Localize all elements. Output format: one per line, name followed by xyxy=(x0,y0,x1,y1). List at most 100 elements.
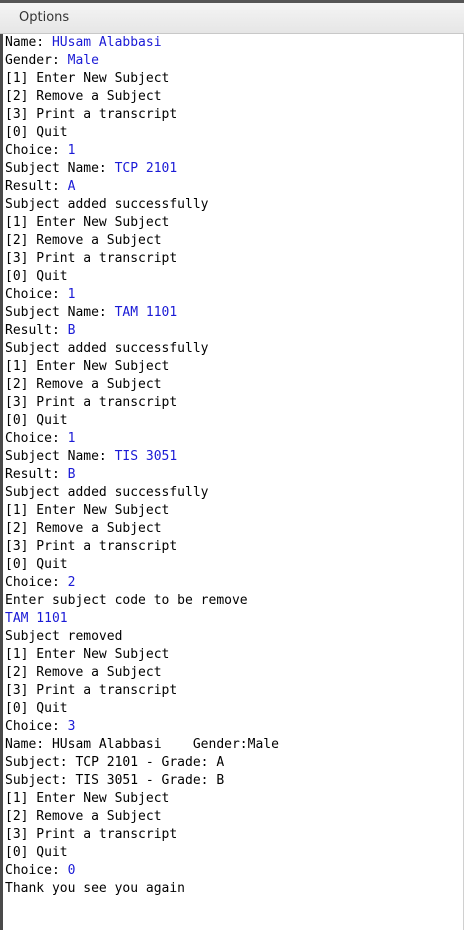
console-line: Name: HUsam Alabbasi xyxy=(5,34,462,52)
console-output-text: [1] Enter New Subject xyxy=(5,647,170,662)
console-user-input: TIS 3051 xyxy=(114,449,178,464)
console-line: [0] Quit xyxy=(5,556,462,574)
console-line: [3] Print a transcript xyxy=(5,394,462,412)
console-line: [2] Remove a Subject xyxy=(5,232,462,250)
console-line: Gender: Male xyxy=(5,52,462,70)
console-user-input: 1 xyxy=(67,143,76,158)
console-line: [3] Print a transcript xyxy=(5,682,462,700)
console-line: [0] Quit xyxy=(5,124,462,142)
console-output-text: [2] Remove a Subject xyxy=(5,809,162,824)
console-output-text: Choice: xyxy=(5,863,68,878)
console-line: [2] Remove a Subject xyxy=(5,520,462,538)
console-user-input: TCP 2101 xyxy=(114,161,178,176)
console-output-text: Subject added successfully xyxy=(5,485,209,500)
console-user-input: 3 xyxy=(67,719,76,734)
console-output-text: [1] Enter New Subject xyxy=(5,791,170,806)
console-output-text: [2] Remove a Subject xyxy=(5,377,162,392)
console-output-text: [0] Quit xyxy=(5,845,68,860)
console-line: Subject added successfully xyxy=(5,484,462,502)
console-user-input: B xyxy=(67,323,76,338)
console-output-text: Subject Name: xyxy=(5,305,115,320)
window-frame-left xyxy=(0,34,3,930)
console-output-text: [2] Remove a Subject xyxy=(5,233,162,248)
console-output-text: [2] Remove a Subject xyxy=(5,665,162,680)
console-line: [3] Print a transcript xyxy=(5,538,462,556)
console-line: Subject Name: TAM 1101 xyxy=(5,304,462,322)
console-output-text: [0] Quit xyxy=(5,701,68,716)
console-line: [3] Print a transcript xyxy=(5,250,462,268)
console-line: [1] Enter New Subject xyxy=(5,790,462,808)
console-line: [1] Enter New Subject xyxy=(5,70,462,88)
console-user-input: 2 xyxy=(67,575,76,590)
console-line: Choice: 1 xyxy=(5,286,462,304)
console-line: Result: B xyxy=(5,466,462,484)
console-output-text: Enter subject code to be remove xyxy=(5,593,248,608)
console-output-text: Choice: xyxy=(5,575,68,590)
console-output-text: Result: xyxy=(5,179,68,194)
console-line: [1] Enter New Subject xyxy=(5,214,462,232)
console-line: [1] Enter New Subject xyxy=(5,646,462,664)
console-output-text: [3] Print a transcript xyxy=(5,539,178,554)
console-line: [0] Quit xyxy=(5,700,462,718)
console-output-text: Subject Name: xyxy=(5,161,115,176)
console-output-text: Subject: TCP 2101 - Grade: A xyxy=(5,755,225,770)
console-user-input: 1 xyxy=(67,287,76,302)
console-output-text: Gender: xyxy=(5,53,68,68)
console-line: Name: HUsam Alabbasi Gender:Male xyxy=(5,736,462,754)
console-line: Subject Name: TIS 3051 xyxy=(5,448,462,466)
console-output-text: Subject added successfully xyxy=(5,341,209,356)
console-line: [2] Remove a Subject xyxy=(5,664,462,682)
console-output-text: [1] Enter New Subject xyxy=(5,503,170,518)
console-output-text: Name: HUsam Alabbasi Gender:Male xyxy=(5,737,279,752)
console-line: Choice: 1 xyxy=(5,142,462,160)
console-line: Thank you see you again xyxy=(5,880,462,898)
console-output[interactable]: Name: HUsam Alabbasi Gender: Male [1] Ente… xyxy=(5,34,462,898)
console-line: Choice: 1 xyxy=(5,430,462,448)
console-line: Choice: 0 xyxy=(5,862,462,880)
console-output-text: Thank you see you again xyxy=(5,881,186,896)
console-line: [1] Enter New Subject xyxy=(5,358,462,376)
console-output-text: [3] Print a transcript xyxy=(5,251,178,266)
console-output-text: [0] Quit xyxy=(5,557,68,572)
console-output-text: Choice: xyxy=(5,719,68,734)
console-line: Subject Name: TCP 2101 xyxy=(5,160,462,178)
console-user-input: 0 xyxy=(67,863,76,878)
console-user-input: TAM 1101 xyxy=(5,611,68,626)
console-output-text: [0] Quit xyxy=(5,125,68,140)
console-output-text: [0] Quit xyxy=(5,413,68,428)
console-output-text: [2] Remove a Subject xyxy=(5,521,162,536)
tab-options[interactable]: Options xyxy=(19,10,69,25)
console-output-text: Result: xyxy=(5,323,68,338)
console-user-input: A xyxy=(67,179,76,194)
console-output-text: [1] Enter New Subject xyxy=(5,359,170,374)
console-window: Options Name: HUsam Alabbasi Gender: Male… xyxy=(0,0,464,930)
tab-bar: Options xyxy=(0,0,464,34)
console-line: [3] Print a transcript xyxy=(5,826,462,844)
console-user-input: 1 xyxy=(67,431,76,446)
console-output-text: Result: xyxy=(5,467,68,482)
console-line: Choice: 2 xyxy=(5,574,462,592)
console-user-input: Male xyxy=(67,53,99,68)
console-output-text: [3] Print a transcript xyxy=(5,683,178,698)
console-user-input: HUsam Alabbasi xyxy=(51,35,162,50)
console-line: [1] Enter New Subject xyxy=(5,502,462,520)
console-line: Enter subject code to be remove xyxy=(5,592,462,610)
console-output-text: Name: xyxy=(5,35,52,50)
console-line: [2] Remove a Subject xyxy=(5,88,462,106)
console-output-text: [1] Enter New Subject xyxy=(5,215,170,230)
console-output-text: Choice: xyxy=(5,287,68,302)
console-output-text: Subject: TIS 3051 - Grade: B xyxy=(5,773,225,788)
console-output-text: Choice: xyxy=(5,143,68,158)
console-output-text: [3] Print a transcript xyxy=(5,827,178,842)
console-line: [2] Remove a Subject xyxy=(5,808,462,826)
console-line: [3] Print a transcript xyxy=(5,106,462,124)
console-output-text: Subject removed xyxy=(5,629,123,644)
console-line: [0] Quit xyxy=(5,844,462,862)
console-output-text: [3] Print a transcript xyxy=(5,395,178,410)
console-output-text: [3] Print a transcript xyxy=(5,107,178,122)
console-line: Subject: TCP 2101 - Grade: A xyxy=(5,754,462,772)
console-line: [0] Quit xyxy=(5,268,462,286)
console-line: Subject added successfully xyxy=(5,340,462,358)
console-output-text: [0] Quit xyxy=(5,269,68,284)
console-line: Subject removed xyxy=(5,628,462,646)
